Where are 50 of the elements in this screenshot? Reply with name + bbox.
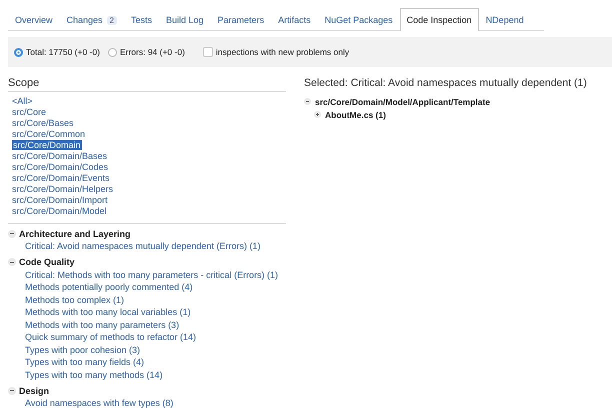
- tab[interactable]: NDepend: [478, 8, 531, 30]
- inspection-link[interactable]: Types with poor cohesion (3): [25, 344, 140, 354]
- count-badge: 2: [106, 16, 117, 25]
- collapse-icon[interactable]: [8, 258, 16, 266]
- radio-label: Errors: 94 (+0 -0): [120, 47, 185, 57]
- tab[interactable]: NuGet Packages: [318, 8, 400, 30]
- scope-item[interactable]: <All>: [12, 96, 33, 106]
- collapse-icon[interactable]: [8, 386, 16, 394]
- collapse-icon[interactable]: [8, 230, 16, 238]
- folder-path: src/Core/Domain/Model/Applicant/Template: [315, 96, 490, 106]
- inspection-link[interactable]: Quick summary of methods to refactor (14): [25, 332, 196, 342]
- scope-item[interactable]: src/Core/Common: [12, 129, 86, 139]
- scope-item[interactable]: src/Core/Domain/Bases: [12, 151, 108, 161]
- radio-button[interactable]: [108, 48, 117, 56]
- inspection-link[interactable]: Critical: Methods with too many parameters - critical (Errors) (1): [25, 270, 278, 280]
- scope-item[interactable]: src/Core/Domain/Events: [12, 173, 110, 183]
- scope-heading: Scope: [8, 77, 286, 92]
- tab[interactable]: Code Inspection: [400, 8, 479, 31]
- checkbox[interactable]: [202, 47, 213, 57]
- inspection-link[interactable]: Avoid namespaces with few types (8): [25, 398, 174, 408]
- tab[interactable]: Tests: [124, 8, 160, 30]
- expand-icon[interactable]: [314, 111, 321, 118]
- inspection-link[interactable]: Methods with too many parameters (3): [25, 320, 180, 330]
- category-label: Code Quality: [19, 257, 75, 267]
- scope-item[interactable]: src/Core/Domain/Codes: [12, 162, 108, 172]
- collapse-icon[interactable]: [304, 98, 311, 105]
- file-name: AboutMe.cs (1): [325, 110, 386, 120]
- radio-label: Total: 17750 (+0 -0): [26, 47, 100, 57]
- inspection-link[interactable]: Types with too many fields (4): [25, 357, 144, 367]
- tab[interactable]: Changes 2: [60, 8, 124, 30]
- tab[interactable]: Build Log: [159, 8, 211, 30]
- inspection-link[interactable]: Methods potentially poorly commented (4): [25, 282, 193, 292]
- scope-item[interactable]: src/Core/Domain: [12, 140, 82, 150]
- radio-button[interactable]: [14, 48, 23, 56]
- inspection-link[interactable]: Types with too many methods (14): [25, 370, 163, 380]
- scope-item[interactable]: src/Core/Domain/Model: [12, 206, 107, 216]
- inspection-link[interactable]: Critical: Avoid namespaces mutually dependent (Errors) (1): [25, 241, 260, 251]
- tab[interactable]: Parameters: [210, 8, 272, 30]
- category-label: Architecture and Layering: [19, 228, 131, 238]
- selected-heading: Selected: Critical: Avoid namespaces mutually dependent (1): [304, 77, 588, 91]
- scope-item[interactable]: src/Core/Domain/Import: [12, 195, 108, 205]
- checkbox-label: inspections with new problems only: [216, 47, 350, 57]
- tab[interactable]: Artifacts: [271, 8, 318, 30]
- inspection-link[interactable]: Methods with too many local variables (1): [25, 307, 191, 317]
- scope-item[interactable]: src/Core: [12, 107, 46, 117]
- category-label: Design: [19, 386, 50, 396]
- scope-item[interactable]: src/Core/Domain/Helpers: [12, 184, 114, 194]
- inspection-link[interactable]: Methods too complex (1): [25, 294, 124, 304]
- scope-item[interactable]: src/Core/Bases: [12, 118, 74, 128]
- tab[interactable]: Overview: [8, 8, 60, 30]
